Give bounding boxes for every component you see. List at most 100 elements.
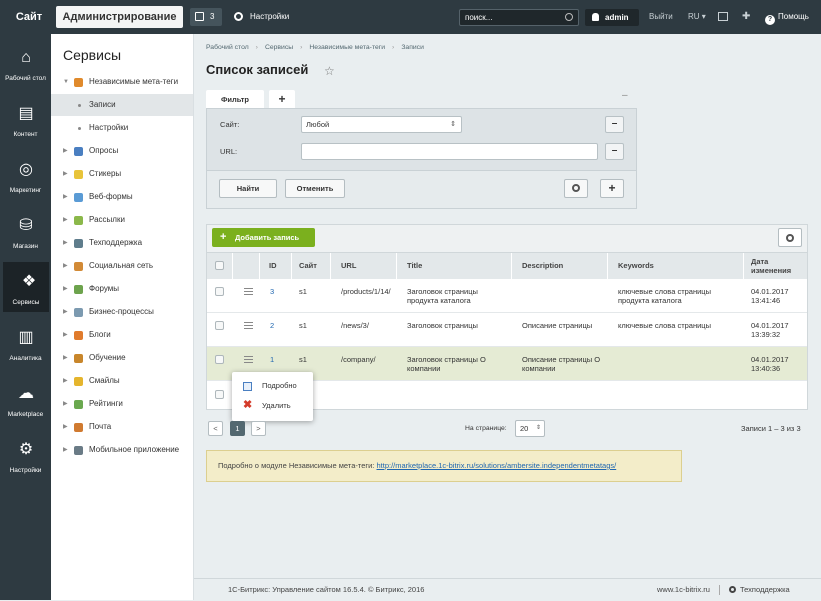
menu-item-delete[interactable]: ✖ Удалить [232, 396, 313, 416]
next-page-button[interactable]: > [251, 421, 266, 436]
nav-item-6[interactable]: ☁ Marketplace [0, 374, 51, 424]
chevron-right-icon[interactable]: ▶ [63, 324, 68, 346]
user-menu[interactable]: admin [585, 9, 639, 26]
sidebar-item-15[interactable]: ▶ Почта [51, 416, 193, 438]
cell-id[interactable]: 1 [270, 355, 290, 364]
chevron-right-icon[interactable]: ▶ [63, 278, 68, 300]
add-record-button[interactable]: + Добавить запись [212, 228, 315, 247]
nav-item-0[interactable]: ⌂ Рабочий стол [0, 38, 51, 88]
row-checkbox[interactable] [215, 355, 224, 364]
sidebar-item-12[interactable]: ▶ Обучение [51, 347, 193, 369]
chevron-right-icon[interactable]: ▶ [63, 186, 68, 208]
breadcrumb-item[interactable]: Рабочий стол [206, 44, 249, 51]
cancel-button[interactable]: Отменить [285, 179, 345, 198]
find-button[interactable]: Найти [219, 179, 277, 198]
table-row[interactable]: 3 s1/products/1/14/Заголовок страницы про… [207, 279, 807, 313]
breadcrumb-item[interactable]: Независимые мета-теги [309, 44, 385, 51]
language-select[interactable]: RU ▾ [688, 0, 706, 34]
help-link[interactable]: ? Помощь [765, 0, 809, 34]
row-checkbox[interactable] [215, 321, 224, 330]
chevron-right-icon[interactable]: ▶ [63, 416, 68, 438]
chevron-right-icon[interactable]: ▶ [63, 209, 68, 231]
remove-site-field-button[interactable]: – [605, 116, 624, 133]
url-input[interactable] [301, 143, 598, 160]
column-site[interactable]: Сайт [292, 253, 331, 279]
chevron-right-icon[interactable]: ▶ [63, 232, 68, 254]
chevron-right-icon[interactable]: ▶ [63, 393, 68, 415]
nav-item-7[interactable]: ⚙ Настройки [0, 430, 51, 480]
site-tab[interactable]: Сайт [6, 6, 52, 28]
chevron-right-icon[interactable]: ▶ [63, 163, 68, 185]
logout-link[interactable]: Выйти [649, 0, 673, 34]
nav-item-2[interactable]: ◎ Маркетинг [0, 150, 51, 200]
sidebar-item-16[interactable]: ▶ Мобильное приложение [51, 439, 193, 461]
window-icon[interactable] [718, 12, 728, 21]
bitrix-site-link[interactable]: www.1c-bitrix.ru [657, 579, 710, 601]
cell-id[interactable]: 3 [270, 287, 290, 296]
sidebar-item-5[interactable]: ▶ Веб-формы [51, 186, 193, 208]
column-url[interactable]: URL [331, 253, 397, 279]
grid-settings-button[interactable] [778, 228, 802, 247]
sidebar-item-10[interactable]: ▶ Бизнес-процессы [51, 301, 193, 323]
chevron-right-icon[interactable]: ▶ [63, 439, 68, 461]
current-page[interactable]: 1 [230, 421, 245, 436]
sidebar-item-0[interactable]: ▼ Независимые мета-теги [51, 71, 193, 93]
site-select[interactable]: Любой ⇕ [301, 116, 462, 133]
chevron-right-icon[interactable]: ▶ [63, 255, 68, 277]
sidebar-item-2[interactable]: Настройки [51, 117, 193, 139]
select-all-cell [207, 253, 233, 279]
nav-item-4[interactable]: ❖ Сервисы [3, 262, 49, 312]
sidebar-item-14[interactable]: ▶ Рейтинги [51, 393, 193, 415]
notifications-button[interactable]: 3 [190, 8, 222, 26]
sidebar-item-3[interactable]: ▶ Опросы [51, 140, 193, 162]
cell-id[interactable]: 2 [270, 321, 290, 330]
menu-item-details[interactable]: Подробно [232, 376, 313, 396]
nav-item-1[interactable]: ▤ Контент [0, 94, 51, 144]
collapse-filter-button[interactable]: – [622, 90, 628, 101]
chevron-right-icon[interactable]: ▶ [63, 301, 68, 323]
search-icon[interactable] [565, 13, 573, 21]
sidebar-item-1[interactable]: Записи [51, 94, 193, 116]
support-link[interactable]: Техподдержка [729, 579, 790, 601]
settings-link[interactable]: Настройки [234, 0, 289, 34]
sidebar-item-13[interactable]: ▶ Смайлы [51, 370, 193, 392]
per-page-select[interactable]: 20 ⇕ [515, 420, 545, 437]
row-menu-icon[interactable] [244, 288, 253, 295]
chevron-right-icon[interactable]: ▶ [63, 140, 68, 162]
admin-tab[interactable]: Администрирование [56, 6, 183, 28]
pin-icon[interactable]: ✚ [742, 11, 750, 22]
sidebar-item-7[interactable]: ▶ Техподдержка [51, 232, 193, 254]
search-input[interactable]: поиск... [459, 9, 579, 26]
select-all-checkbox[interactable] [215, 261, 224, 270]
column-date[interactable]: Дата изменения [744, 253, 807, 279]
row-menu-icon[interactable] [244, 356, 253, 363]
column-description[interactable]: Description [512, 253, 608, 279]
nav-item-5[interactable]: ▥ Аналитика [0, 318, 51, 368]
nav-item-3[interactable]: ⛁ Магазин [0, 206, 51, 256]
filter-tab[interactable]: Фильтр [206, 90, 264, 109]
chevron-right-icon[interactable]: ▶ [63, 347, 68, 369]
column-keywords[interactable]: Keywords [608, 253, 744, 279]
prev-page-button[interactable]: < [208, 421, 223, 436]
chevron-down-icon[interactable]: ▼ [63, 71, 69, 93]
favorite-star-icon[interactable]: ☆ [324, 64, 335, 78]
chevron-right-icon[interactable]: ▶ [63, 370, 68, 392]
sidebar-item-6[interactable]: ▶ Рассылки [51, 209, 193, 231]
table-row[interactable]: 2 s1/news/3/Заголовок страницы Описание ст… [207, 313, 807, 347]
add-filter-tab[interactable]: + [269, 90, 295, 109]
breadcrumb-item[interactable]: Сервисы [265, 44, 293, 51]
column-id[interactable]: ID [260, 253, 292, 279]
row-checkbox[interactable] [215, 287, 224, 296]
remove-url-field-button[interactable]: – [605, 143, 624, 160]
filter-settings-button[interactable] [564, 179, 588, 198]
sidebar-item-8[interactable]: ▶ Социальная сеть [51, 255, 193, 277]
add-filter-field-button[interactable]: + [600, 179, 624, 198]
row-checkbox[interactable] [215, 390, 224, 399]
sidebar-item-11[interactable]: ▶ Блоги [51, 324, 193, 346]
column-title[interactable]: Title [397, 253, 512, 279]
breadcrumb-item[interactable]: Записи [401, 44, 424, 51]
sidebar-item-4[interactable]: ▶ Стикеры [51, 163, 193, 185]
row-menu-icon[interactable] [244, 322, 253, 329]
sidebar-item-9[interactable]: ▶ Форумы [51, 278, 193, 300]
marketplace-link[interactable]: http://marketplace.1c-bitrix.ru/solution… [377, 461, 617, 470]
